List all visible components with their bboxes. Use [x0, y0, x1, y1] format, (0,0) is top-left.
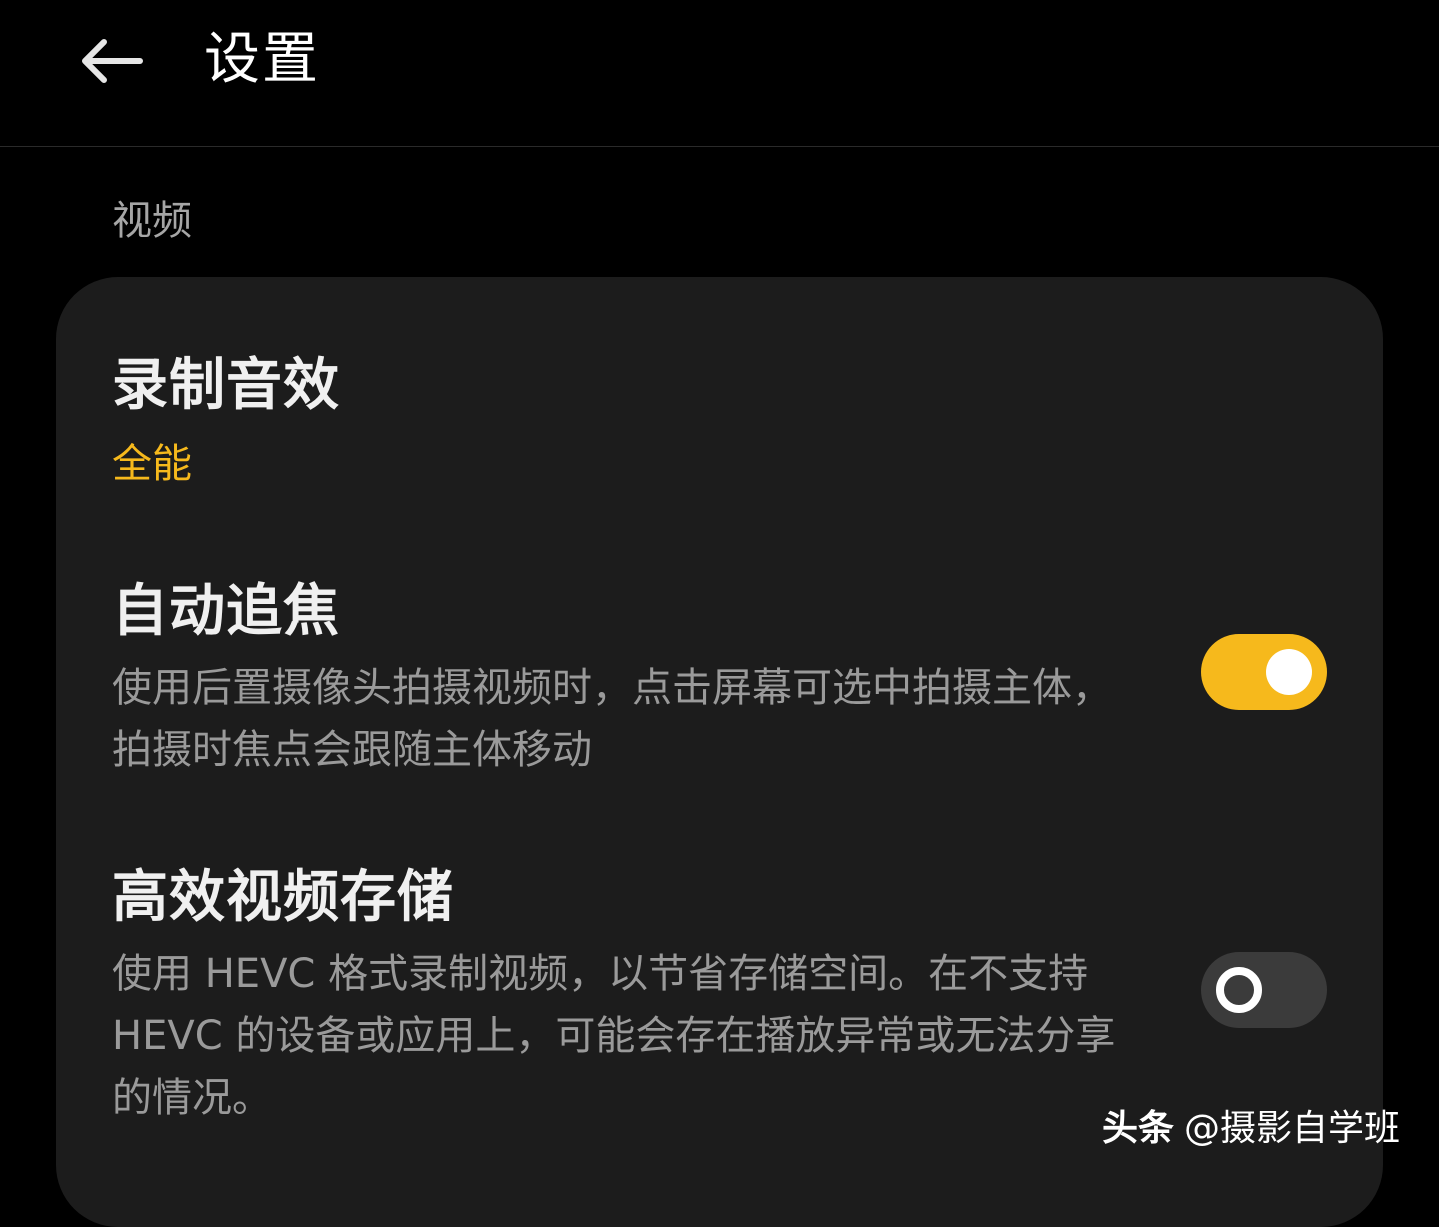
watermark: 头条 @摄影自学班	[1102, 1106, 1400, 1152]
setting-recording-sound[interactable]: 录制音效 全能	[56, 277, 1383, 527]
video-settings-card: 录制音效 全能 自动追焦 使用后置摄像头拍摄视频时，点击屏幕可选中拍摄主体，拍摄…	[56, 277, 1383, 1227]
toggle-knob	[1216, 967, 1262, 1013]
page-title: 设置	[204, 27, 320, 92]
auto-tracking-focus-toggle[interactable]	[1201, 634, 1327, 710]
setting-auto-tracking-focus[interactable]: 自动追焦 使用后置摄像头拍摄视频时，点击屏幕可选中拍摄主体，拍摄时焦点会跟随主体…	[56, 567, 1383, 787]
arrow-left-icon	[82, 39, 143, 83]
setting-value: 全能	[112, 441, 192, 487]
watermark-handle: @摄影自学班	[1184, 1108, 1401, 1149]
section-label-video: 视频	[112, 198, 192, 244]
back-button[interactable]	[66, 22, 156, 100]
setting-description: 使用后置摄像头拍摄视频时，点击屏幕可选中拍摄主体，拍摄时焦点会跟随主体移动	[112, 665, 1112, 773]
setting-hevc-storage[interactable]: 高效视频存储 使用 HEVC 格式录制视频，以节省存储空间。在不支持 HEVC …	[56, 855, 1383, 1135]
app-header: 设置	[0, 0, 1439, 147]
hevc-storage-toggle[interactable]	[1201, 952, 1327, 1028]
setting-title: 高效视频存储	[112, 865, 454, 930]
toggle-knob	[1266, 649, 1312, 695]
watermark-brand: 头条	[1102, 1108, 1175, 1149]
setting-description: 使用 HEVC 格式录制视频，以节省存储空间。在不支持 HEVC 的设备或应用上…	[112, 951, 1116, 1121]
setting-title: 自动追焦	[112, 579, 340, 644]
setting-title: 录制音效	[112, 353, 340, 418]
